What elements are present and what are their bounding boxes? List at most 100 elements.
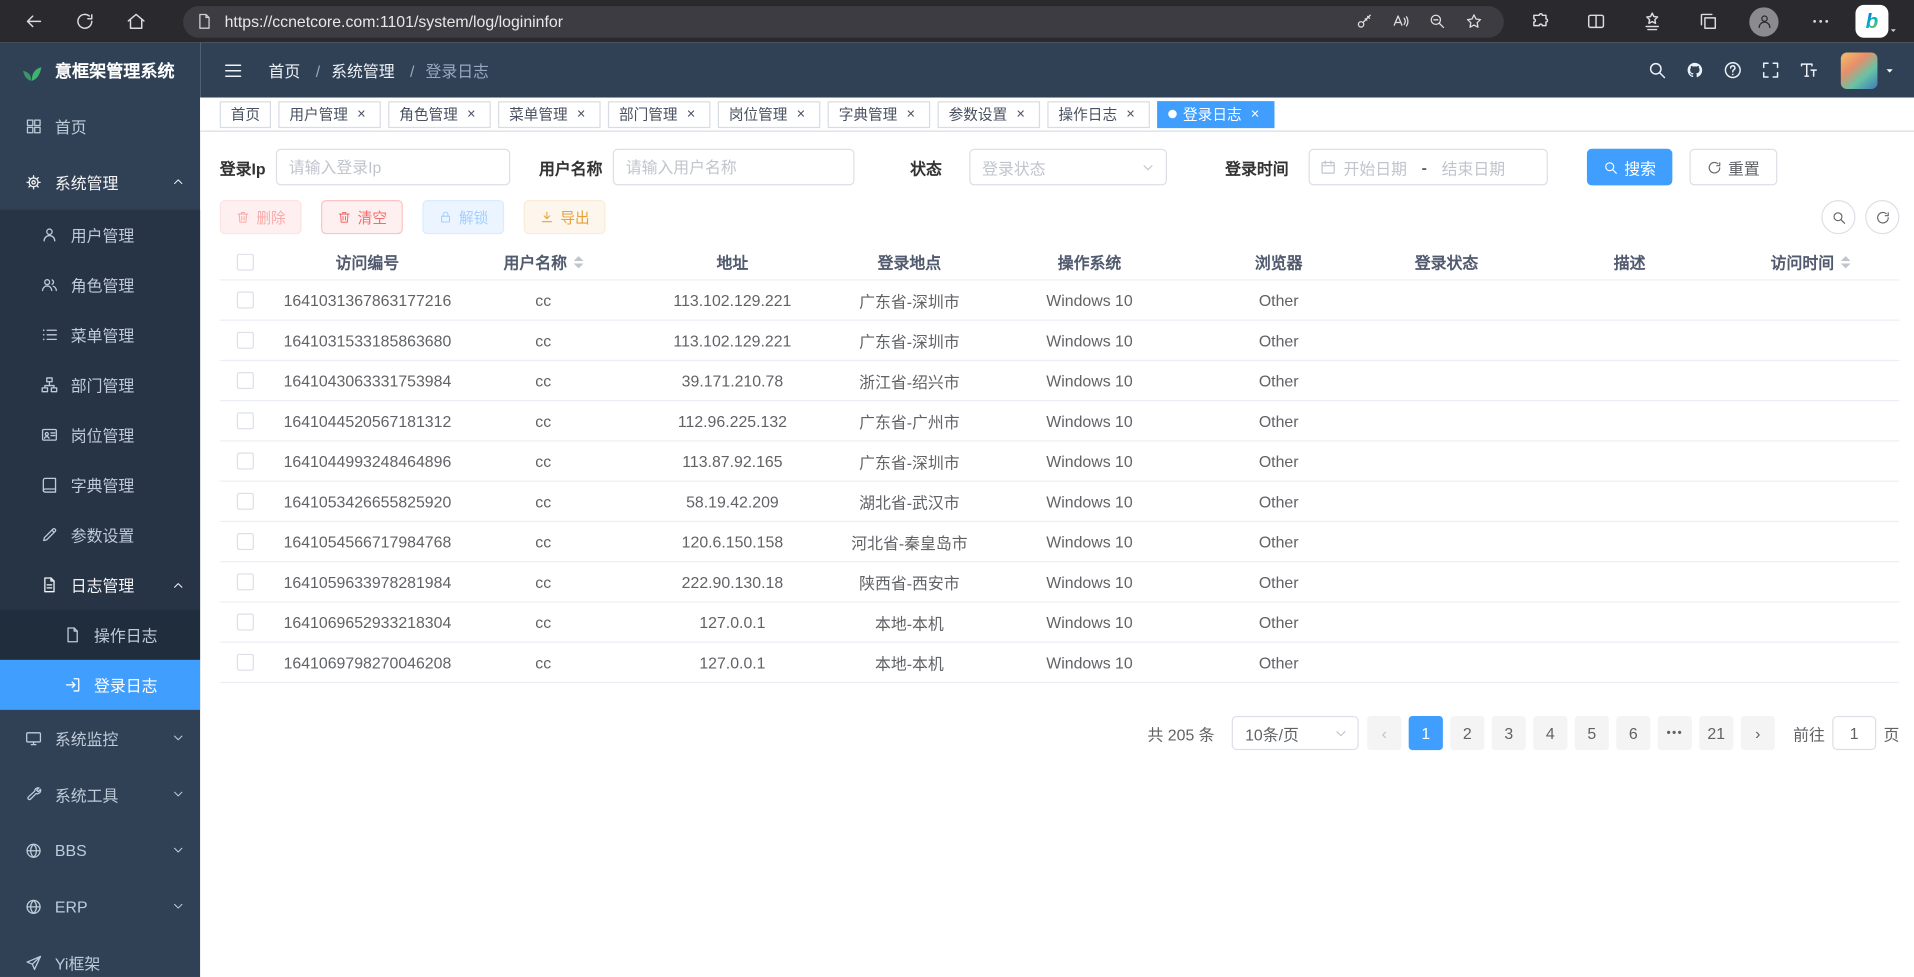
github-icon[interactable] bbox=[1678, 54, 1710, 86]
table-row[interactable]: 1641059633978281984 cc 222.90.130.18 陕西省… bbox=[220, 562, 1900, 602]
row-checkbox[interactable] bbox=[237, 654, 254, 671]
row-checkbox[interactable] bbox=[237, 614, 254, 631]
row-checkbox[interactable] bbox=[237, 573, 254, 590]
sidebar-item[interactable]: 岗位管理 bbox=[0, 410, 200, 460]
close-icon[interactable]: × bbox=[792, 106, 809, 123]
column-header[interactable]: 地址 bbox=[623, 250, 843, 273]
page-button[interactable]: ‹ bbox=[1367, 716, 1401, 750]
password-key-icon[interactable] bbox=[1345, 7, 1382, 36]
table-row[interactable]: 1641054566717984768 cc 120.6.150.158 河北省… bbox=[220, 522, 1900, 562]
table-row[interactable]: 1641053426655825920 cc 58.19.42.209 湖北省-… bbox=[220, 482, 1900, 522]
column-header[interactable]: 访问时间 bbox=[1721, 250, 1899, 273]
page-size-select[interactable]: 10条/页 bbox=[1232, 716, 1359, 750]
select-all-checkbox[interactable] bbox=[237, 253, 254, 270]
table-row[interactable]: 1641031367863177216 cc 113.102.129.221 广… bbox=[220, 281, 1900, 321]
favorites-star-icon[interactable] bbox=[1455, 7, 1492, 36]
collections-icon[interactable] bbox=[1687, 4, 1729, 38]
date-range-picker[interactable]: 开始日期 - 结束日期 bbox=[1308, 149, 1547, 186]
sidebar-item[interactable]: 登录日志 bbox=[0, 660, 200, 710]
user-avatar[interactable] bbox=[1841, 52, 1878, 89]
status-select[interactable]: 登录状态 bbox=[969, 149, 1167, 186]
font-size-icon[interactable] bbox=[1792, 54, 1824, 86]
view-tab[interactable]: 字典管理 × bbox=[828, 101, 931, 128]
delete-button[interactable]: 删除 bbox=[220, 200, 302, 234]
column-header[interactable]: 用户名称 bbox=[464, 250, 623, 273]
sidebar-item[interactable]: 部门管理 bbox=[0, 360, 200, 410]
home-button[interactable] bbox=[115, 4, 157, 38]
page-button[interactable]: 4 bbox=[1533, 716, 1567, 750]
view-tab[interactable]: 菜单管理 × bbox=[498, 101, 601, 128]
extensions-icon[interactable] bbox=[1519, 4, 1561, 38]
row-checkbox[interactable] bbox=[237, 533, 254, 550]
page-button[interactable]: 6 bbox=[1616, 716, 1650, 750]
app-logo[interactable]: 意框架管理系统 bbox=[0, 43, 200, 98]
sidebar-item[interactable]: Yi框架 bbox=[0, 934, 200, 977]
breadcrumb-item[interactable]: 首页 / bbox=[269, 59, 332, 82]
page-button[interactable]: › bbox=[1741, 716, 1775, 750]
sidebar-toggle-button[interactable] bbox=[217, 54, 249, 86]
close-icon[interactable]: × bbox=[463, 106, 480, 123]
help-icon[interactable] bbox=[1716, 54, 1748, 86]
caret-down-icon[interactable] bbox=[1887, 24, 1899, 36]
sort-icon[interactable] bbox=[1840, 251, 1850, 273]
fullscreen-icon[interactable] bbox=[1754, 54, 1786, 86]
view-tab[interactable]: 岗位管理 × bbox=[718, 101, 821, 128]
table-row[interactable]: 1641069798270046208 cc 127.0.0.1 本地-本机 W… bbox=[220, 643, 1900, 683]
url-text[interactable]: https://ccnetcore.com:1101/system/log/lo… bbox=[225, 12, 1346, 30]
view-tab[interactable]: 参数设置 × bbox=[938, 101, 1041, 128]
toggle-search-button[interactable] bbox=[1821, 200, 1855, 234]
sidebar-item[interactable]: ERP bbox=[0, 878, 200, 934]
sort-icon[interactable] bbox=[573, 251, 583, 273]
favorites-icon[interactable] bbox=[1631, 4, 1673, 38]
close-icon[interactable]: × bbox=[682, 106, 699, 123]
page-button[interactable]: ••• bbox=[1658, 716, 1692, 750]
reset-button[interactable]: 重置 bbox=[1689, 149, 1777, 186]
sidebar-item[interactable]: 角色管理 bbox=[0, 260, 200, 310]
table-row[interactable]: 1641044993248464896 cc 113.87.92.165 广东省… bbox=[220, 442, 1900, 482]
row-checkbox[interactable] bbox=[237, 453, 254, 470]
export-button[interactable]: 导出 bbox=[524, 200, 606, 234]
sidebar-item[interactable]: 用户管理 bbox=[0, 210, 200, 260]
page-button[interactable]: 2 bbox=[1450, 716, 1484, 750]
close-icon[interactable]: × bbox=[1247, 106, 1264, 123]
more-menu-icon[interactable] bbox=[1799, 4, 1841, 38]
table-row[interactable]: 1641031533185863680 cc 113.102.129.221 广… bbox=[220, 321, 1900, 361]
split-screen-icon[interactable] bbox=[1575, 4, 1617, 38]
clear-button[interactable]: 清空 bbox=[321, 200, 403, 234]
view-tab[interactable]: 部门管理 × bbox=[608, 101, 711, 128]
address-bar[interactable]: https://ccnetcore.com:1101/system/log/lo… bbox=[183, 5, 1504, 37]
refresh-table-button[interactable] bbox=[1865, 200, 1899, 234]
column-header[interactable]: 操作系统 bbox=[977, 250, 1203, 273]
close-icon[interactable]: × bbox=[1012, 106, 1029, 123]
sidebar-item[interactable]: 参数设置 bbox=[0, 510, 200, 560]
sidebar-item[interactable]: 字典管理 bbox=[0, 460, 200, 510]
sidebar-item[interactable]: BBS bbox=[0, 822, 200, 878]
row-checkbox[interactable] bbox=[237, 412, 254, 429]
table-row[interactable]: 1641044520567181312 cc 112.96.225.132 广东… bbox=[220, 401, 1900, 441]
back-button[interactable] bbox=[12, 4, 54, 38]
row-checkbox[interactable] bbox=[237, 493, 254, 510]
close-icon[interactable]: × bbox=[1122, 106, 1139, 123]
row-checkbox[interactable] bbox=[237, 372, 254, 389]
close-icon[interactable]: × bbox=[573, 106, 590, 123]
sidebar-item[interactable]: 系统工具 bbox=[0, 766, 200, 822]
browser-profile-button[interactable] bbox=[1743, 4, 1785, 38]
table-row[interactable]: 1641043063331753984 cc 39.171.210.78 浙江省… bbox=[220, 361, 1900, 401]
sidebar-item[interactable]: 日志管理 bbox=[0, 560, 200, 610]
sidebar-item[interactable]: 菜单管理 bbox=[0, 310, 200, 360]
close-icon[interactable]: × bbox=[353, 106, 370, 123]
close-icon[interactable]: × bbox=[902, 106, 919, 123]
column-header[interactable]: 登录地点 bbox=[842, 250, 976, 273]
page-button[interactable]: 1 bbox=[1409, 716, 1443, 750]
caret-down-icon[interactable] bbox=[1882, 63, 1897, 78]
read-aloud-icon[interactable] bbox=[1382, 7, 1419, 36]
ip-input[interactable] bbox=[275, 149, 509, 186]
start-date-placeholder[interactable]: 开始日期 bbox=[1344, 156, 1407, 179]
page-button[interactable]: 21 bbox=[1699, 716, 1733, 750]
search-button[interactable]: 搜索 bbox=[1586, 149, 1671, 186]
sidebar-item[interactable]: 系统监控 bbox=[0, 710, 200, 766]
zoom-out-icon[interactable] bbox=[1418, 7, 1455, 36]
column-header[interactable]: 登录状态 bbox=[1355, 250, 1538, 273]
column-header[interactable]: 浏览器 bbox=[1202, 250, 1355, 273]
username-input[interactable] bbox=[612, 149, 854, 186]
